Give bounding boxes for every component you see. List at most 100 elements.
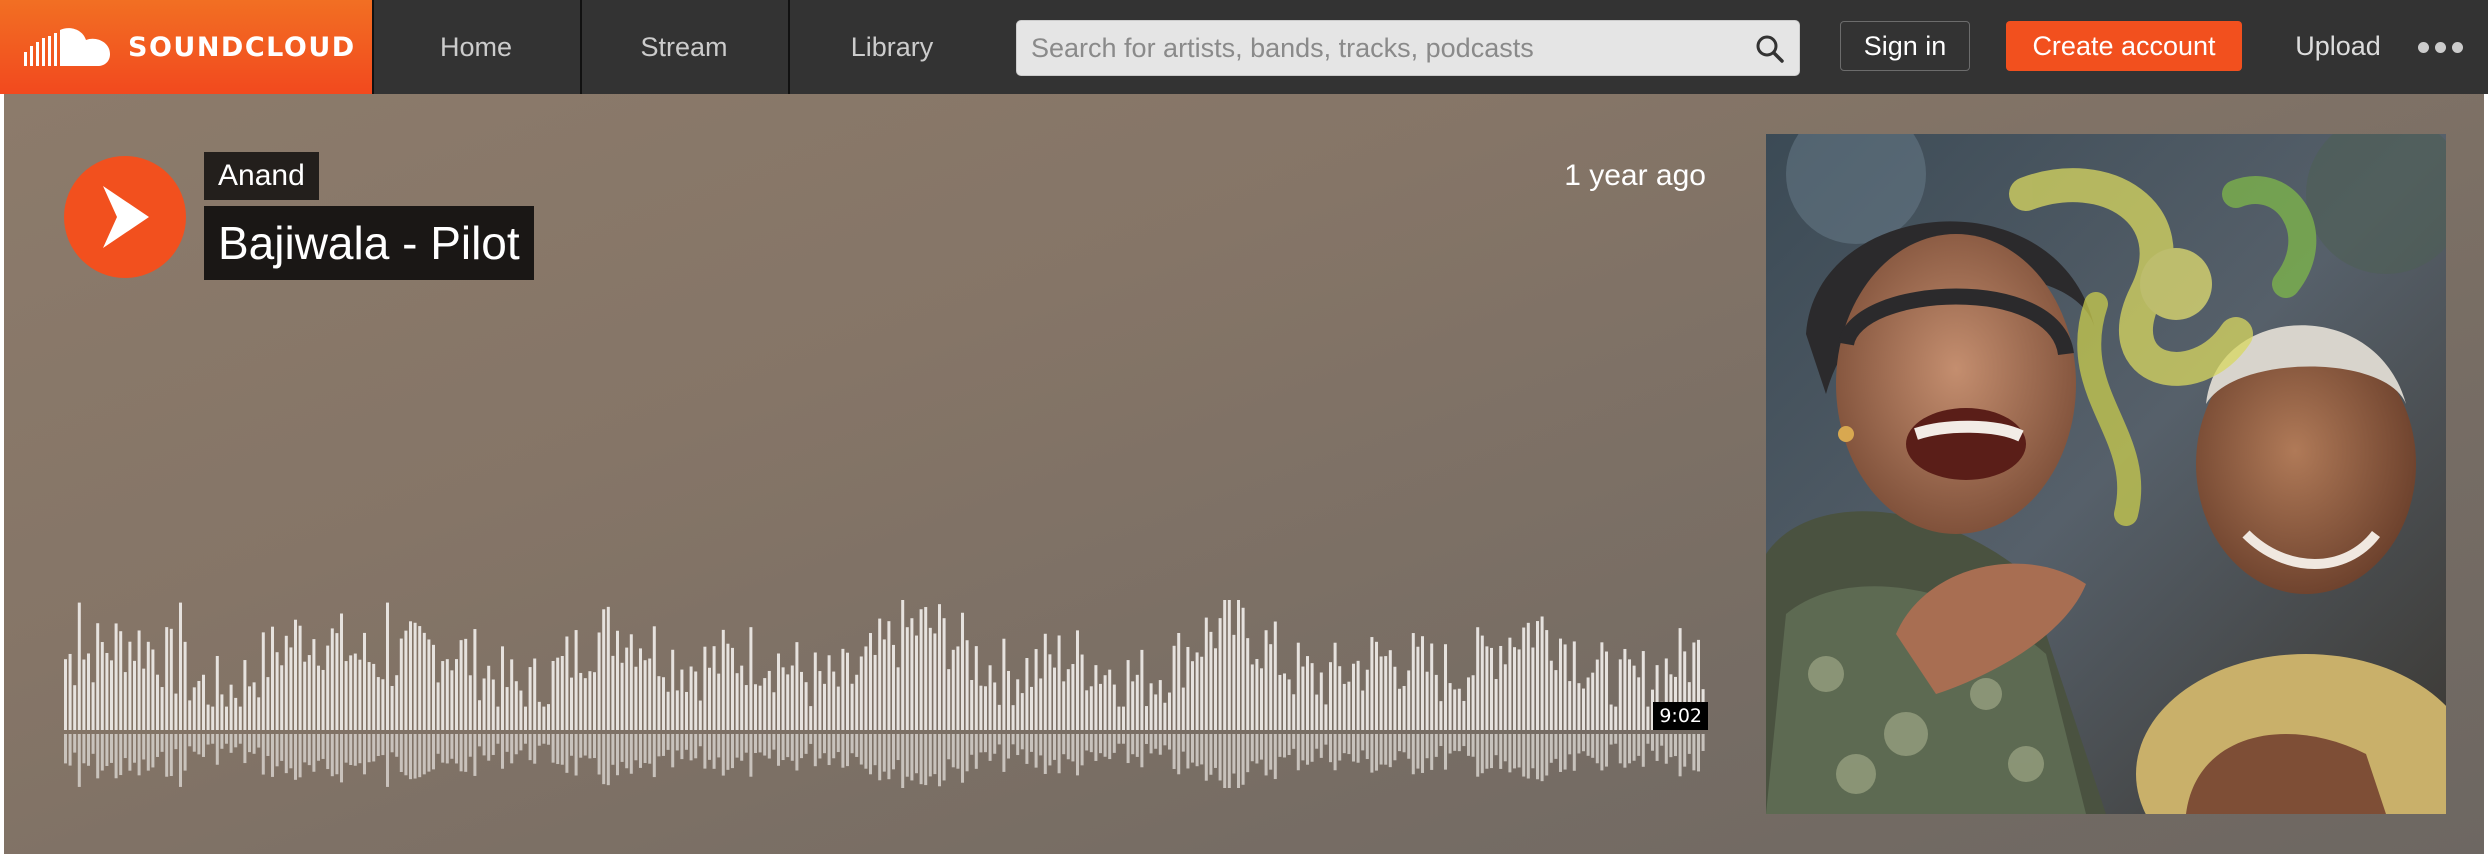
waveform-bar (648, 658, 652, 730)
waveform-bar (1301, 666, 1305, 730)
soundcloud-logo[interactable]: SOUNDCLOUD (0, 0, 372, 94)
waveform-reflection-bar (238, 734, 242, 744)
waveform-reflection-bar (1582, 734, 1585, 752)
waveform-reflection-bar (215, 734, 219, 765)
waveform-reflection-bar (1628, 734, 1631, 764)
waveform-reflection-bar (1025, 734, 1029, 764)
waveform-bar (993, 682, 997, 730)
waveform-reflection-bar (1517, 734, 1521, 768)
waveform-reflection-bar (1664, 734, 1668, 764)
upload-link[interactable]: Upload (2268, 21, 2408, 71)
waveform-reflection-bar (974, 734, 978, 769)
waveform-bar (1310, 663, 1314, 730)
waveform-reflection-bar (1577, 734, 1581, 754)
waveform-reflection-bar (1393, 734, 1397, 761)
waveform-bar (841, 648, 845, 730)
waveform-reflection-bar (363, 734, 366, 775)
waveform-reflection-bar (1016, 734, 1020, 756)
waveform-bar (77, 602, 81, 730)
posted-time: 1 year ago (1564, 159, 1706, 192)
waveform-reflection-bar (1444, 734, 1447, 770)
waveform-reflection-bar (1255, 734, 1259, 764)
waveform-bar (1462, 700, 1466, 730)
nav-stream[interactable]: Stream (580, 0, 786, 94)
waveform-reflection-bar (1485, 734, 1489, 769)
waveform-reflection-bar (905, 734, 909, 777)
waveform-bar (298, 625, 302, 730)
waveform-bar (1172, 645, 1176, 730)
waveform-reflection-bar (1264, 734, 1268, 776)
artist-name[interactable]: Anand (204, 152, 319, 200)
waveform-bar (1246, 638, 1250, 730)
waveform-bar (1181, 687, 1185, 730)
waveform-bar (372, 663, 376, 730)
waveform-bar (703, 646, 707, 730)
waveform[interactable]: 9:02 (64, 594, 1708, 790)
waveform-reflection-bar (1172, 734, 1176, 769)
waveform-bar (813, 652, 817, 730)
waveform-reflection-bar (643, 734, 647, 763)
waveform-bar (781, 667, 785, 730)
waveform-bar (1545, 630, 1549, 730)
search-input[interactable] (1017, 21, 1737, 75)
waveform-bar (1089, 686, 1093, 730)
waveform-reflection-bar (763, 734, 767, 756)
waveform-bar (1375, 641, 1378, 730)
waveform-reflection-bar (123, 734, 127, 759)
waveform-reflection-bar (634, 734, 638, 761)
waveform-reflection-bar (1158, 734, 1162, 755)
waveform-bar (827, 655, 831, 730)
waveform-reflection-bar (1494, 734, 1498, 756)
waveform-bar (1480, 635, 1484, 730)
waveform-reflection-bar (197, 734, 201, 755)
nav-library[interactable]: Library (788, 0, 994, 94)
waveform-reflection-bar (625, 734, 629, 769)
waveform-bar (878, 618, 882, 730)
waveform-reflection-bar (1591, 734, 1595, 758)
waveform-bar (887, 621, 891, 730)
waveform-bar (280, 665, 284, 730)
waveform-bar (947, 669, 951, 730)
search-button[interactable] (1751, 30, 1789, 68)
waveform-reflection-bar (551, 734, 555, 763)
waveform-reflection-bar (1296, 734, 1300, 771)
waveform-reflection-bar (629, 734, 633, 774)
waveform-bar (1329, 662, 1332, 730)
waveform-reflection-bar (1204, 734, 1208, 781)
waveform-reflection-bar (1503, 734, 1507, 762)
waveform-bar (496, 706, 500, 730)
waveform-bar (179, 602, 182, 730)
ellipsis-icon (2434, 41, 2446, 53)
waveform-bar (1149, 683, 1153, 730)
waveform-bar (1209, 631, 1213, 730)
waveform-bar (1342, 683, 1346, 730)
waveform-bar (988, 665, 992, 730)
waveform-bar (855, 674, 859, 730)
waveform-reflection-bar (275, 734, 279, 767)
waveform-reflection-bar (1563, 734, 1567, 770)
more-options-button[interactable] (2412, 30, 2468, 64)
waveform-reflection-bar (1411, 734, 1415, 775)
play-button[interactable] (64, 156, 186, 278)
waveform-reflection-bar (1697, 734, 1700, 772)
waveform-reflection-bar (1669, 734, 1673, 758)
sign-in-button[interactable]: Sign in (1840, 21, 1970, 71)
waveform-bar (1526, 622, 1530, 730)
waveform-reflection-bar (1522, 734, 1526, 777)
waveform-bar (1361, 690, 1365, 730)
waveform-reflection-bar (1085, 734, 1089, 751)
waveform-reflection-bar (1140, 734, 1144, 768)
waveform-reflection-bar (597, 734, 601, 775)
waveform-bar (593, 672, 596, 730)
waveform-reflection-bar (165, 734, 169, 777)
nav-home[interactable]: Home (372, 0, 578, 94)
waveform-bar (137, 630, 141, 730)
waveform-reflection-bar (96, 734, 100, 779)
waveform-reflection-bar (1641, 734, 1645, 767)
waveform-bar (606, 606, 610, 730)
create-account-button[interactable]: Create account (2006, 21, 2242, 71)
waveform-bar (211, 706, 215, 730)
waveform-bar (344, 661, 348, 730)
waveform-reflection-bar (358, 734, 362, 764)
waveform-reflection-bar (1605, 734, 1608, 767)
